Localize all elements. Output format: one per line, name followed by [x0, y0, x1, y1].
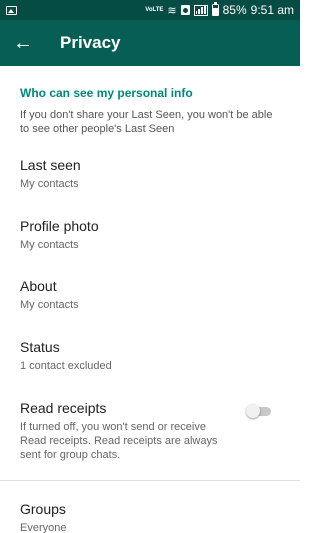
toggle-thumb — [246, 404, 260, 418]
status-right: VoLTE ≋ 85% 9:51 am — [145, 2, 294, 17]
battery-icon — [211, 2, 219, 16]
signal-icon — [193, 4, 208, 16]
privacy-settings-list: Who can see my personal info If you don'… — [0, 66, 300, 533]
section-divider — [0, 480, 300, 481]
sim-icon — [180, 5, 190, 15]
setting-title: Profile photo — [20, 218, 99, 234]
clock: 9:51 am — [250, 3, 294, 17]
image-icon — [6, 5, 17, 15]
setting-title: Last seen — [20, 157, 81, 173]
setting-value: My contacts — [20, 178, 79, 190]
back-arrow-icon: ← — [13, 31, 33, 54]
read-receipts-setting[interactable]: Read receipts If turned off, you won't s… — [0, 400, 300, 462]
groups-setting[interactable]: Groups Everyone — [0, 501, 300, 533]
app-bar: ← Privacy — [0, 20, 300, 66]
setting-title: Read receipts — [20, 400, 107, 416]
setting-value: My contacts — [20, 239, 79, 251]
setting-value: Everyone — [20, 522, 67, 533]
read-receipts-toggle[interactable] — [246, 404, 272, 418]
setting-title: Status — [20, 339, 60, 355]
status-bar: VoLTE ≋ 85% 9:51 am — [0, 0, 300, 20]
setting-value: My contacts — [20, 299, 79, 311]
profile-photo-setting[interactable]: Profile photo My contacts — [0, 218, 300, 252]
status-left — [6, 5, 145, 15]
about-setting[interactable]: About My contacts — [0, 278, 300, 312]
section-header: Who can see my personal info — [20, 86, 193, 100]
setting-description: If turned off, you won't send or receive… — [20, 421, 218, 461]
setting-title: About — [20, 278, 57, 294]
back-button[interactable]: ← — [0, 20, 46, 66]
setting-title: Groups — [20, 501, 66, 517]
volte-icon: VoLTE — [145, 7, 164, 13]
status-setting[interactable]: Status 1 contact excluded — [0, 339, 300, 373]
setting-value: 1 contact excluded — [20, 360, 112, 372]
wifi-icon: ≋ — [167, 4, 177, 17]
last-seen-setting[interactable]: Last seen My contacts — [0, 157, 300, 191]
battery-percentage: 85% — [222, 3, 247, 17]
section-description: If you don't share your Last Seen, you w… — [20, 109, 273, 135]
page-title: Privacy — [60, 33, 121, 52]
